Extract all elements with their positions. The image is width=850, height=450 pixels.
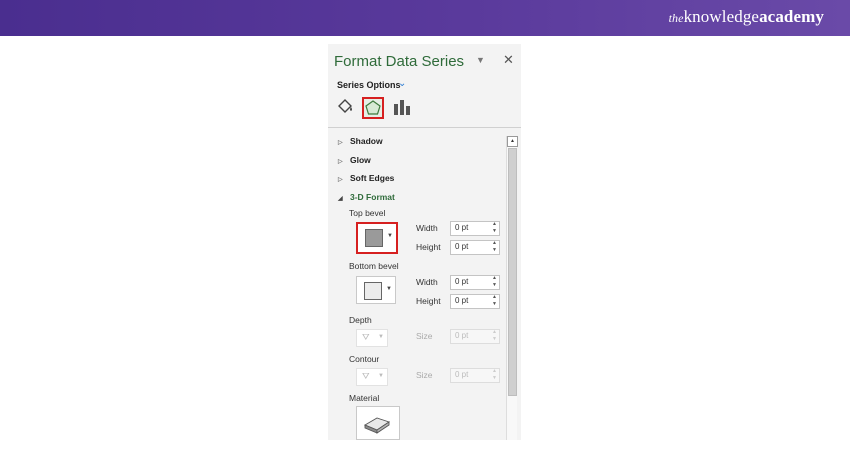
depth-size-input: 0 pt ▲ ▼ bbox=[450, 329, 500, 344]
pane-options-chevron-icon[interactable]: ▼ bbox=[476, 55, 485, 65]
contour-size-label: Size bbox=[416, 370, 433, 380]
format-data-series-pane: Format Data Series ▼ ✕ Series Options ⌄ … bbox=[328, 44, 521, 440]
spinner-arrows-icon[interactable]: ▲ ▼ bbox=[492, 240, 497, 254]
dropdown-arrow-icon: ▼ bbox=[386, 286, 392, 292]
spinner-arrows-icon[interactable]: ▲ ▼ bbox=[492, 275, 497, 289]
brand-prefix: the bbox=[668, 11, 684, 25]
top-bevel-width-input[interactable]: 0 pt ▲ ▼ bbox=[450, 221, 500, 236]
top-bevel-height-value: 0 pt bbox=[455, 242, 469, 251]
header-banner: theknowledgeacademy bbox=[0, 0, 850, 36]
close-icon[interactable]: ✕ bbox=[503, 52, 514, 68]
paint-bucket-icon: ⛛ bbox=[362, 332, 370, 342]
brand-strong: academy bbox=[759, 7, 824, 26]
top-bevel-label: Top bevel bbox=[349, 208, 386, 218]
contour-color-dropdown: ⛛ ▼ bbox=[356, 368, 388, 386]
paint-bucket-icon[interactable] bbox=[335, 97, 355, 117]
expand-icon: ▷ bbox=[338, 140, 343, 146]
expand-icon: ▷ bbox=[338, 159, 343, 165]
divider bbox=[328, 127, 521, 128]
scroll-thumb[interactable] bbox=[508, 148, 517, 396]
contour-label: Contour bbox=[349, 354, 380, 364]
pane-title: Format Data Series bbox=[334, 53, 465, 70]
expand-icon: ▷ bbox=[338, 177, 343, 183]
chevron-down-icon[interactable]: ⌄ bbox=[398, 78, 406, 89]
bottom-bevel-width-input[interactable]: 0 pt ▲ ▼ bbox=[450, 275, 500, 290]
section-glow[interactable]: ▷ Glow bbox=[338, 155, 371, 165]
bottom-bevel-width-value: 0 pt bbox=[455, 277, 469, 286]
top-bevel-width-value: 0 pt bbox=[455, 223, 469, 232]
top-bevel-preset-button[interactable]: ▼ bbox=[356, 222, 398, 254]
top-bevel-height-label: Height bbox=[416, 242, 441, 252]
bottom-bevel-height-label: Height bbox=[416, 296, 441, 306]
depth-color-dropdown: ⛛ ▼ bbox=[356, 329, 388, 347]
series-options-dropdown[interactable]: Series Options bbox=[337, 80, 401, 90]
paint-bucket-icon: ⛛ bbox=[362, 371, 370, 381]
section-soft-edges-label: Soft Edges bbox=[350, 173, 395, 183]
brand-mid: knowledge bbox=[683, 7, 760, 26]
bottom-bevel-preset-button[interactable]: ▼ bbox=[356, 276, 396, 304]
section-3d-format-label: 3-D Format bbox=[350, 192, 395, 202]
section-shadow-label: Shadow bbox=[350, 136, 383, 146]
depth-size-label: Size bbox=[416, 331, 433, 341]
contour-size-value: 0 pt bbox=[455, 370, 469, 379]
top-bevel-width-label: Width bbox=[416, 223, 438, 233]
bottom-bevel-height-input[interactable]: 0 pt ▲ ▼ bbox=[450, 294, 500, 309]
material-preset-button[interactable] bbox=[356, 406, 400, 440]
dropdown-arrow-icon: ▼ bbox=[387, 233, 393, 239]
vertical-scrollbar[interactable]: ▲ bbox=[506, 136, 518, 440]
section-3d-format[interactable]: ◢ 3-D Format bbox=[338, 192, 395, 202]
section-soft-edges[interactable]: ▷ Soft Edges bbox=[338, 173, 394, 183]
collapse-icon: ◢ bbox=[338, 196, 343, 202]
material-label: Material bbox=[349, 393, 380, 403]
depth-label: Depth bbox=[349, 315, 372, 325]
bar-chart-icon[interactable] bbox=[392, 97, 412, 117]
bottom-bevel-label: Bottom bevel bbox=[349, 261, 399, 271]
bottom-bevel-height-value: 0 pt bbox=[455, 296, 469, 305]
depth-size-value: 0 pt bbox=[455, 331, 469, 340]
spinner-arrows-icon[interactable]: ▲ ▼ bbox=[492, 221, 497, 235]
bevel-preview-icon bbox=[364, 282, 382, 300]
section-shadow[interactable]: ▷ Shadow bbox=[338, 136, 383, 146]
bevel-preview-icon bbox=[365, 229, 383, 247]
dropdown-arrow-icon: ▼ bbox=[378, 334, 384, 340]
contour-size-input: 0 pt ▲ ▼ bbox=[450, 368, 500, 383]
material-preview-icon bbox=[363, 417, 391, 434]
top-bevel-height-input[interactable]: 0 pt ▲ ▼ bbox=[450, 240, 500, 255]
spinner-arrows-icon: ▲ ▼ bbox=[492, 329, 497, 342]
bottom-bevel-width-label: Width bbox=[416, 277, 438, 287]
scroll-up-icon[interactable]: ▲ bbox=[507, 136, 518, 147]
dropdown-arrow-icon: ▼ bbox=[378, 373, 384, 379]
spinner-arrows-icon[interactable]: ▲ ▼ bbox=[492, 294, 497, 308]
pentagon-icon[interactable] bbox=[362, 97, 384, 119]
spinner-arrows-icon: ▲ ▼ bbox=[492, 368, 497, 381]
section-glow-label: Glow bbox=[350, 155, 371, 165]
brand-logo: theknowledgeacademy bbox=[669, 7, 824, 27]
